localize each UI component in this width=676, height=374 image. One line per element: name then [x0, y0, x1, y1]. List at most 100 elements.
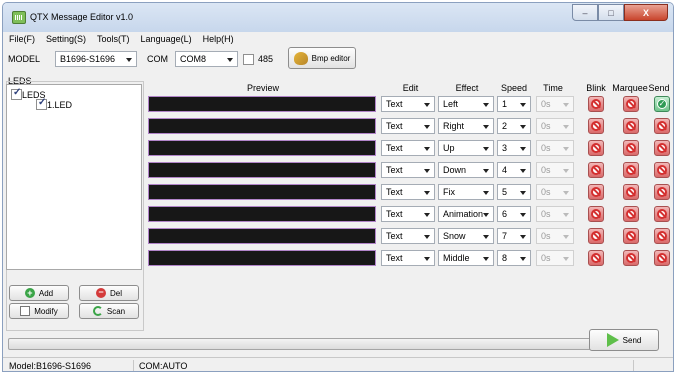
effect-select[interactable]: Animation: [438, 206, 494, 222]
send-toggle[interactable]: [654, 250, 670, 266]
del-button[interactable]: − Del: [79, 285, 139, 301]
menu-help[interactable]: Help(H): [197, 32, 239, 47]
send-toggle[interactable]: [654, 184, 670, 200]
send-all-button[interactable]: Send: [589, 329, 659, 351]
led-preview[interactable]: [148, 184, 376, 200]
edit-select[interactable]: Text: [381, 118, 435, 134]
time-select[interactable]: 0s: [536, 162, 574, 178]
led1-checkbox[interactable]: [36, 97, 47, 110]
edit-select[interactable]: Text: [381, 184, 435, 200]
led-preview[interactable]: [148, 162, 376, 178]
add-button[interactable]: + Add: [9, 285, 69, 301]
effect-select[interactable]: Left: [438, 96, 494, 112]
prohibited-icon: [591, 209, 601, 219]
speed-select[interactable]: 4: [497, 162, 531, 178]
blink-toggle[interactable]: [588, 228, 604, 244]
time-select[interactable]: 0s: [536, 140, 574, 156]
time-select[interactable]: 0s: [536, 184, 574, 200]
blink-toggle[interactable]: [588, 206, 604, 222]
send-toggle[interactable]: [654, 228, 670, 244]
model-select[interactable]: B1696-S1696: [55, 51, 137, 67]
blink-toggle[interactable]: [588, 140, 604, 156]
prohibited-icon: [657, 165, 667, 175]
minimize-button[interactable]: –: [572, 4, 598, 21]
close-button[interactable]: X: [624, 4, 668, 21]
speed-select-value: 2: [502, 121, 508, 131]
marquee-toggle[interactable]: [623, 250, 639, 266]
blink-toggle[interactable]: [588, 96, 604, 112]
led-preview[interactable]: [148, 250, 376, 266]
menu-setting[interactable]: Setting(S): [40, 32, 91, 47]
speed-select[interactable]: 2: [497, 118, 531, 134]
effect-select-value: Up: [443, 143, 455, 153]
com-select[interactable]: COM8: [175, 51, 238, 67]
progress-bar: [8, 338, 591, 350]
effect-select-value: Middle: [443, 253, 470, 263]
led-preview[interactable]: [148, 118, 376, 134]
speed-select[interactable]: 3: [497, 140, 531, 156]
time-select[interactable]: 0s: [536, 96, 574, 112]
effect-select[interactable]: Snow: [438, 228, 494, 244]
speed-select-value: 3: [502, 143, 508, 153]
arrow-right-icon: [606, 333, 619, 347]
prohibited-icon: [591, 165, 601, 175]
speed-select[interactable]: 7: [497, 228, 531, 244]
menu-file[interactable]: File(F): [3, 32, 40, 47]
bmp-editor-button[interactable]: Bmp editor: [288, 47, 356, 69]
marquee-toggle[interactable]: [623, 96, 639, 112]
blink-toggle[interactable]: [588, 162, 604, 178]
tree-node-led1[interactable]: 1.LED: [47, 100, 72, 110]
time-select[interactable]: 0s: [536, 206, 574, 222]
send-toggle[interactable]: [654, 206, 670, 222]
effect-select[interactable]: Up: [438, 140, 494, 156]
edit-select[interactable]: Text: [381, 250, 435, 266]
effect-select[interactable]: Down: [438, 162, 494, 178]
marquee-toggle[interactable]: [623, 206, 639, 222]
prohibited-icon: [591, 99, 601, 109]
marquee-toggle[interactable]: [623, 162, 639, 178]
time-header: Time: [543, 83, 563, 93]
remove-icon: −: [95, 288, 106, 298]
marquee-toggle[interactable]: [623, 184, 639, 200]
speed-select[interactable]: 1: [497, 96, 531, 112]
led-preview[interactable]: [148, 140, 376, 156]
time-select[interactable]: 0s: [536, 228, 574, 244]
blink-toggle[interactable]: [588, 250, 604, 266]
led-preview[interactable]: [148, 228, 376, 244]
menu-tools[interactable]: Tools(T): [91, 32, 135, 47]
menu-language[interactable]: Language(L): [135, 32, 197, 47]
speed-select[interactable]: 6: [497, 206, 531, 222]
marquee-toggle[interactable]: [623, 118, 639, 134]
led-preview[interactable]: [148, 206, 376, 222]
send-toggle[interactable]: ✓: [654, 96, 670, 112]
maximize-button[interactable]: □: [598, 4, 624, 21]
effect-select[interactable]: Right: [438, 118, 494, 134]
leds-tree[interactable]: LEDS 1.LED: [6, 84, 142, 270]
effect-select[interactable]: Fix: [438, 184, 494, 200]
chevron-down-icon: [424, 125, 430, 129]
speed-select[interactable]: 8: [497, 250, 531, 266]
chevron-down-icon: [563, 191, 569, 195]
effect-select[interactable]: Middle: [438, 250, 494, 266]
edit-select[interactable]: Text: [381, 206, 435, 222]
speed-select[interactable]: 5: [497, 184, 531, 200]
marquee-toggle[interactable]: [623, 140, 639, 156]
time-select[interactable]: 0s: [536, 250, 574, 266]
blink-toggle[interactable]: [588, 118, 604, 134]
rs485-checkbox[interactable]: [243, 54, 254, 65]
edit-select[interactable]: Text: [381, 228, 435, 244]
send-toggle[interactable]: [654, 162, 670, 178]
edit-select[interactable]: Text: [381, 140, 435, 156]
app-icon: [12, 11, 26, 24]
edit-select[interactable]: Text: [381, 96, 435, 112]
send-toggle[interactable]: [654, 118, 670, 134]
scan-button[interactable]: Scan: [79, 303, 139, 319]
modify-button[interactable]: Modify: [9, 303, 69, 319]
blink-toggle[interactable]: [588, 184, 604, 200]
marquee-toggle[interactable]: [623, 228, 639, 244]
leds-root-checkbox[interactable]: [11, 87, 22, 100]
edit-select[interactable]: Text: [381, 162, 435, 178]
time-select[interactable]: 0s: [536, 118, 574, 134]
led-preview[interactable]: [148, 96, 376, 112]
send-toggle[interactable]: [654, 140, 670, 156]
